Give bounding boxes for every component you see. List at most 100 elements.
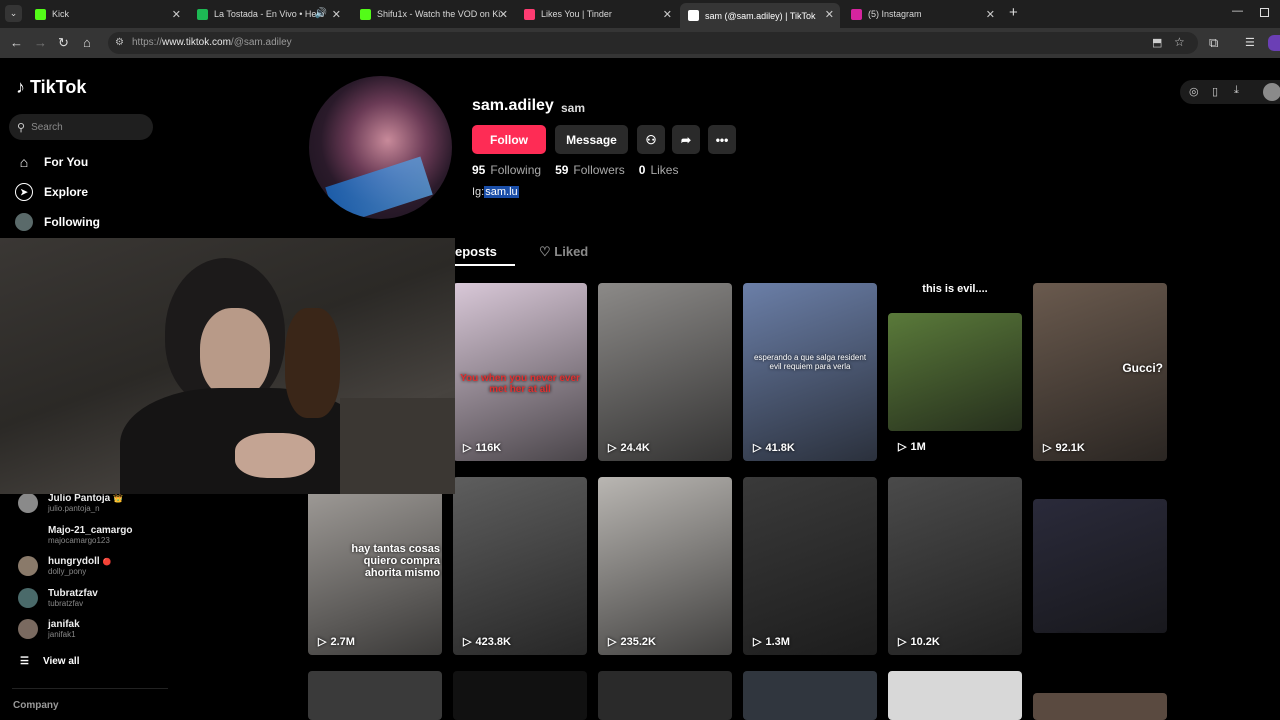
nav-following[interactable]: Following [15,213,100,231]
nav-explore[interactable]: ➤ Explore [15,183,88,201]
tab-liked[interactable]: ♡ Liked [539,244,588,260]
bio-selected-text[interactable]: sam.lu [484,186,519,198]
followers-stat[interactable]: 59 Followers [555,163,625,177]
following-account[interactable]: janifak janifak1 [18,619,80,639]
nav-for-you[interactable]: ⌂ For You [15,153,88,171]
video-thumbnail[interactable]: ▷ 24.4K [598,283,732,461]
user-avatar-icon[interactable] [1263,83,1280,101]
followers-count: 59 [555,163,569,177]
minimize-button[interactable]: — [1232,5,1243,17]
following-account[interactable]: Tubratzfav tubratzfav [18,588,98,608]
following-account[interactable]: Majo-21_camargo majocamargo123 [18,525,132,545]
video-thumbnail[interactable]: hay tantas cosas quiero compra ahorita m… [308,477,442,655]
share-arrow-icon: ➦ [680,132,692,147]
maximize-button[interactable] [1260,8,1269,17]
tab-title: La Tostada - En Vivo • Here [214,9,325,19]
video-thumbnail[interactable]: You when you never ever met her at all ▷ 1… [453,283,587,461]
account-name: Majo-21_camargo [48,525,133,536]
device-icon[interactable]: ▯ [1212,85,1218,98]
bookmark-star-icon[interactable]: ☆ [1174,35,1185,49]
video-thumbnail[interactable]: Gucci? ▷ 92.1K [1033,283,1167,461]
profile-bio: Ig:sam.lu [472,186,519,198]
back-icon[interactable]: ← [10,35,23,51]
spotify-icon [197,8,208,20]
tab-title: (5) Instagram [868,9,922,19]
close-tab-icon[interactable]: ✕ [663,8,672,21]
video-thumbnail[interactable] [1033,693,1167,720]
browser-tab[interactable]: Kick ✕ [27,3,187,25]
tab-title: Kick [52,9,70,19]
browser-tab[interactable]: Likes You | Tinder ✕ [516,3,678,25]
address-bar[interactable]: ⚙ https://www.tiktok.com/@sam.adiley ⬒ ☆ [108,32,1198,54]
company-link[interactable]: Company [13,700,59,711]
play-icon: ▷ [753,442,762,454]
message-button[interactable]: Message [555,125,628,154]
video-thumbnail[interactable] [743,671,877,720]
avatar [18,556,38,576]
search-input[interactable]: ⚲ Search [9,114,153,140]
video-thumbnail[interactable] [598,671,732,720]
video-thumbnail[interactable]: ▷ 423.8K [453,477,587,655]
url-text: https://www.tiktok.com/@sam.adiley [132,37,292,48]
profile-avatar-icon[interactable] [1268,35,1280,51]
install-app-icon[interactable]: ⬒ [1152,36,1162,49]
follow-button[interactable]: Follow [472,125,546,154]
video-thumbnail[interactable]: ▷ 4117 [1033,499,1167,633]
close-tab-icon[interactable]: ✕ [172,8,181,21]
video-thumbnail[interactable]: ▷ 1.3M [743,477,877,655]
video-caption: You when you never ever met her at all [460,373,580,395]
more-options-button[interactable]: ••• [708,125,736,154]
suggest-accounts-button[interactable]: ⚇ [637,125,665,154]
share-button[interactable]: ➦ [672,125,700,154]
browser-tab[interactable]: Shifu1x - Watch the VOD on Ki ✕ [352,3,514,25]
account-name: hungrydoll [48,556,100,567]
download-icon[interactable]: ⤓ [1234,84,1239,97]
reading-list-icon[interactable]: ☰ [1245,35,1255,51]
avatar-icon [15,213,33,231]
likes-label: Likes [650,163,679,177]
tiktok-logo[interactable]: ♪ TikTok [16,77,86,98]
account-handle: majocamargo123 [48,536,110,545]
dashboard-icon[interactable]: ◎ [1189,85,1199,98]
following-stat[interactable]: 95 Following [472,163,541,177]
close-tab-icon[interactable]: ✕ [332,8,341,21]
following-account[interactable]: hungrydoll 🔴 dolly_pony [18,556,111,576]
video-thumbnail[interactable]: ▷ 10.2K [888,477,1022,655]
home-icon[interactable]: ⌂ [83,35,91,51]
play-icon: ▷ [463,636,472,648]
close-tab-icon[interactable]: ✕ [499,8,508,21]
play-icon: ▷ [463,442,472,454]
forward-icon[interactable]: → [34,35,47,51]
profile-avatar[interactable] [309,76,452,219]
video-thumbnail[interactable]: esperando a que salga resident evil requ… [743,283,877,461]
view-count: 116K [475,441,502,454]
browser-tab[interactable]: La Tostada - En Vivo • Here ✕ 🔊 [189,3,347,25]
home-icon: ⌂ [19,154,29,170]
browser-tab[interactable]: (5) Instagram ✕ [843,3,1001,25]
avatar [18,619,38,639]
speaker-icon[interactable]: 🔊 [315,8,327,19]
profile-stats: 95 Following 59 Followers 0 Likes [472,163,678,177]
avatar [18,493,38,513]
video-thumbnail[interactable]: ▷ 235.2K [598,477,732,655]
extensions-icon[interactable]: ⧉ [1209,35,1218,51]
view-count: 423.8K [475,635,511,648]
tab-reposts[interactable]: eposts [455,244,515,259]
reload-icon[interactable]: ↻ [58,35,69,51]
view-all-link[interactable]: ☰ View all [20,656,79,667]
view-all-label: View all [42,656,80,667]
video-thumbnail[interactable] [888,671,1022,720]
account-handle: tubratzfav [48,599,84,608]
browser-toolbar: ← → ↻ ⌂ ⚙ https://www.tiktok.com/@sam.ad… [0,28,1280,58]
site-info-icon[interactable]: ⚙ [115,37,124,48]
video-thumbnail[interactable] [308,671,442,720]
tab-search-button[interactable]: ⌄ [5,5,22,22]
browser-tab[interactable]: sam (@sam.adiley) | TikTok ✕ [680,3,840,28]
new-tab-button[interactable]: + [1009,4,1018,21]
close-tab-icon[interactable]: ✕ [825,8,834,21]
video-thumbnail[interactable]: this is evil.... ▷ 1M [888,283,1022,453]
close-tab-icon[interactable]: ✕ [986,8,995,21]
video-thumbnail[interactable] [453,671,587,720]
following-account[interactable]: Julio Pantoja 👑 julio.pantoja_n [18,493,123,513]
kick-icon [35,8,46,20]
